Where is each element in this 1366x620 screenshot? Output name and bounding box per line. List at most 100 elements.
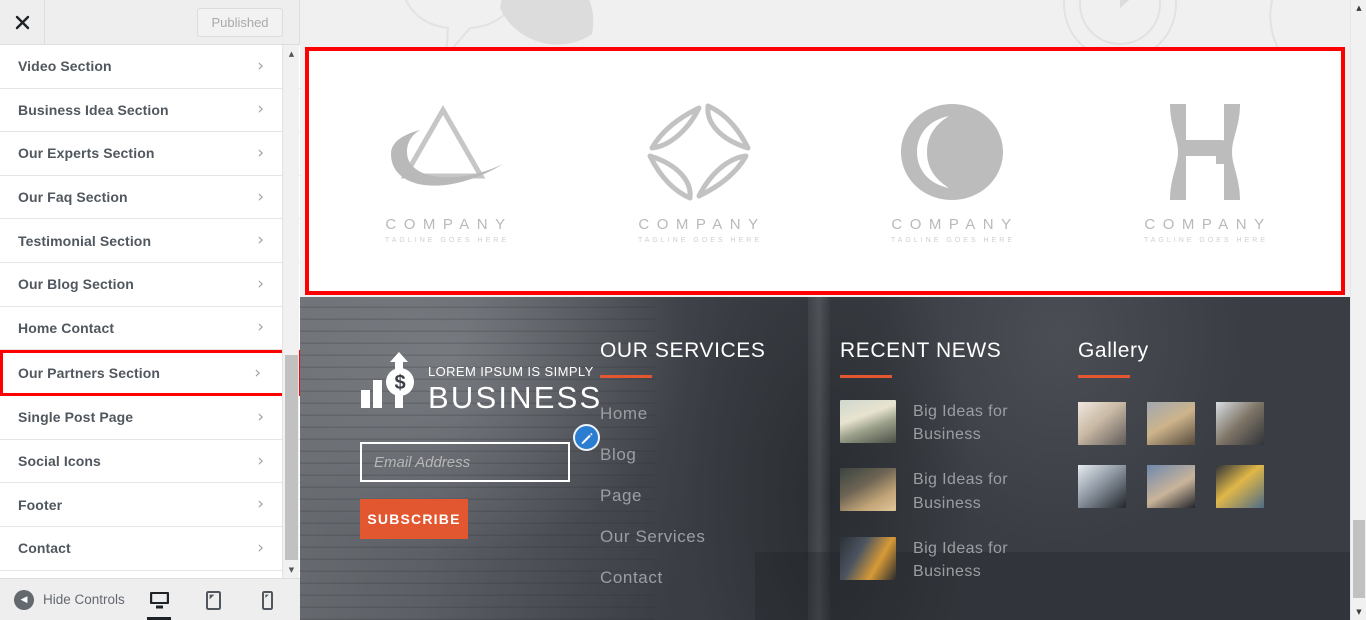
heading-underline (1078, 375, 1130, 378)
hide-controls-button[interactable]: ◀ Hide Controls (14, 589, 125, 610)
site-footer: $ LOREM IPSUM IS SIMPLY BUSINESS SUBSCRI… (300, 297, 1350, 620)
chevron-right-icon: › (257, 537, 264, 558)
chevron-right-icon: › (257, 273, 264, 294)
mobile-view-icon[interactable] (252, 579, 282, 620)
gallery-thumb[interactable] (1147, 402, 1195, 445)
news-list-item[interactable]: Big Ideas for Business (840, 400, 1070, 446)
sidebar-item-label: Contact (18, 540, 71, 557)
device-preview-buttons (144, 579, 290, 620)
subscribe-button[interactable]: SUBSCRIBE (360, 499, 468, 539)
partner-company-tagline: TAGLINE GOES HERE (891, 237, 1015, 244)
pencil-edit-icon[interactable] (573, 424, 600, 451)
brand-tagline: LOREM IPSUM IS SIMPLY (428, 364, 594, 379)
sidebar-item-home-contact[interactable]: Home Contact › (0, 306, 300, 351)
published-button[interactable]: Published (197, 8, 283, 37)
scroll-down-arrow-icon[interactable]: ▼ (283, 561, 300, 578)
sidebar-item-our-faq-section[interactable]: Our Faq Section › (0, 175, 300, 220)
tablet-view-icon[interactable] (198, 579, 228, 620)
sidebar-item-single-post-page[interactable]: Single Post Page › (0, 396, 300, 440)
collapse-arrow-icon: ◀ (14, 589, 34, 610)
email-address-input[interactable] (360, 442, 570, 482)
news-title[interactable]: Big Ideas for Business (913, 537, 1038, 583)
gallery-thumb[interactable] (1078, 465, 1126, 508)
gallery-thumb[interactable] (1147, 465, 1195, 508)
sidebar-item-label: Video Section (18, 58, 112, 75)
sidebar-item-label: Our Partners Section (18, 365, 161, 382)
close-icon[interactable] (0, 0, 45, 44)
chevron-right-icon: › (257, 494, 264, 515)
services-heading: OUR SERVICES (600, 339, 766, 362)
news-thumbnail (840, 536, 896, 580)
sidebar-item-testimonial-section[interactable]: Testimonial Section › (0, 219, 300, 263)
gallery-heading: Gallery (1078, 339, 1149, 362)
news-list-item[interactable]: Big Ideas for Business (840, 536, 1070, 583)
sidebar-item-label: Single Post Page (18, 409, 134, 426)
our-partners-section[interactable]: COMPANY TAGLINE GOES HERE COMPANY TAGLIN… (305, 47, 1345, 295)
partner-logo-item[interactable]: COMPANY TAGLINE GOES HERE (594, 98, 804, 244)
chevron-right-icon: › (257, 186, 264, 207)
scroll-up-arrow-icon[interactable]: ▲ (283, 45, 300, 62)
sidebar-scrollbar[interactable]: ▲ ▼ (282, 45, 299, 578)
partner-company-tagline: TAGLINE GOES HERE (638, 237, 762, 244)
services-link-our-services[interactable]: Our Services (600, 527, 820, 547)
desktop-view-icon[interactable] (144, 579, 174, 620)
sidebar-scrollbar-thumb[interactable] (285, 355, 298, 560)
sidebar-item-label: Social Icons (18, 453, 101, 470)
partner-company-name: COMPANY (638, 216, 766, 233)
sidebar-item-video-section[interactable]: Video Section › (0, 45, 300, 89)
gallery-grid (1078, 402, 1318, 508)
site-preview: COMPANY TAGLINE GOES HERE COMPANY TAGLIN… (300, 0, 1366, 620)
sidebar-item-our-blog-section[interactable]: Our Blog Section › (0, 262, 300, 307)
news-thumbnail (840, 400, 896, 443)
sidebar-header: Published (0, 0, 299, 45)
gallery-thumb[interactable] (1216, 402, 1264, 445)
news-title[interactable]: Big Ideas for Business (913, 400, 1038, 446)
sidebar-item-our-partners-section[interactable]: Our Partners Section › (0, 350, 300, 397)
services-link-contact[interactable]: Contact (600, 568, 820, 588)
sidebar-item-social-icons[interactable]: Social Icons › (0, 439, 300, 484)
services-link-page[interactable]: Page (600, 486, 820, 506)
partner-logo-item[interactable]: COMPANY TAGLINE GOES HERE (341, 98, 551, 244)
sidebar-item-label: Our Blog Section (18, 276, 134, 293)
sidebar-item-label: Testimonial Section (18, 232, 152, 249)
preview-scrollbar[interactable]: ▲ ▼ (1350, 0, 1366, 620)
chevron-right-icon: › (257, 450, 264, 471)
svg-text:$: $ (394, 372, 405, 394)
chevron-right-icon: › (257, 99, 264, 120)
chevron-right-icon: › (257, 406, 264, 427)
news-list-item[interactable]: Big Ideas for Business (840, 468, 1070, 514)
decorative-watermark (300, 0, 1350, 47)
chevron-right-icon: › (257, 230, 264, 251)
sidebar-item-business-idea-section[interactable]: Business Idea Section › (0, 88, 300, 133)
news-title[interactable]: Big Ideas for Business (913, 468, 1038, 514)
sidebar-footer-bar: ◀ Hide Controls (0, 578, 300, 620)
customizer-screen: Published Video Section › Business Idea … (0, 0, 1366, 620)
partner-company-name: COMPANY (385, 216, 513, 233)
sidebar-item-label: Business Idea Section (18, 101, 169, 118)
logo-circle-o-icon (899, 98, 1005, 202)
sidebar-item-contact[interactable]: Contact › (0, 526, 300, 571)
footer-services-column: OUR SERVICES Home Blog Page Our Services… (573, 339, 820, 609)
sidebar-item-our-experts-section[interactable]: Our Experts Section › (0, 132, 300, 176)
chevron-right-icon: › (254, 362, 261, 383)
logo-diamond-leaves-icon (644, 98, 754, 202)
partner-logo-item[interactable]: COMPANY TAGLINE GOES HERE (847, 98, 1057, 244)
gallery-thumb[interactable] (1078, 402, 1126, 445)
footer-gallery-column: Gallery (1078, 339, 1318, 508)
sidebar-item-label: Home Contact (18, 319, 115, 336)
services-link-blog[interactable]: Blog (600, 445, 820, 465)
sidebar-item-footer[interactable]: Footer › (0, 483, 300, 527)
preview-scroll-down-icon[interactable]: ▼ (1351, 604, 1366, 620)
sidebar-section-list: Video Section › Business Idea Section › … (0, 45, 300, 578)
chart-arrow-dollar-icon: $ (360, 352, 422, 415)
gallery-thumb[interactable] (1216, 465, 1264, 508)
preview-scrollbar-thumb[interactable] (1353, 520, 1365, 598)
footer-brand: $ LOREM IPSUM IS SIMPLY BUSINESS (360, 352, 630, 415)
chevron-right-icon: › (257, 55, 264, 76)
partner-company-tagline: TAGLINE GOES HERE (385, 237, 509, 244)
brand-name: BUSINESS (428, 380, 603, 415)
preview-scroll-up-icon[interactable]: ▲ (1351, 0, 1366, 16)
partner-logo-item[interactable]: COMPANY TAGLINE GOES HERE (1100, 98, 1310, 244)
logo-triangle-swoosh-icon (381, 98, 511, 202)
services-link-home[interactable]: Home (600, 404, 820, 424)
